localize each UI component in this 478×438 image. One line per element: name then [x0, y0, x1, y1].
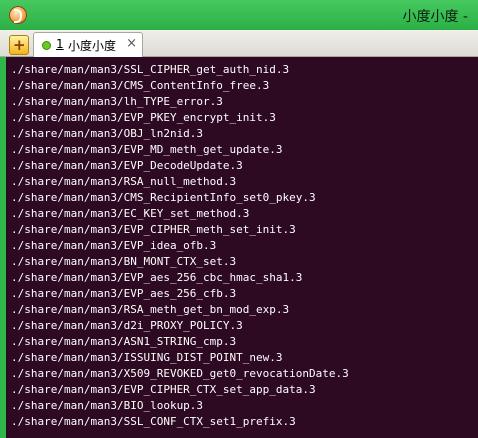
terminal-line: ./share/man/man3/ASN1_STRING_cmp.3 [11, 335, 237, 348]
terminal-line: ./share/man/man3/OBJ_ln2nid.3 [11, 127, 204, 140]
terminal-line: ./share/man/man3/CMS_RecipientInfo_set0_… [11, 191, 316, 204]
terminal-line: ./share/man/man3/BIO_lookup.3 [11, 399, 204, 412]
terminal-line: ./share/man/man3/d2i_PROXY_POLICY.3 [11, 319, 243, 332]
terminal-line: ./share/man/man3/lh_TYPE_error.3 [11, 95, 223, 108]
terminal-lines: ./share/man/man3/SSL_CIPHER_get_auth_nid… [6, 57, 478, 430]
terminal-line: ./share/man/man3/EVP_DecodeUpdate.3 [11, 159, 243, 172]
terminal-line: ./share/man/man3/EVP_aes_256_cbc_hmac_sh… [11, 271, 303, 284]
terminal-line: ./share/man/man3/RSA_meth_get_bn_mod_exp… [11, 303, 290, 316]
terminal-line: ./share/man/man3/SSL_CIPHER_get_auth_nid… [11, 63, 290, 76]
terminal-output[interactable]: ./share/man/man3/SSL_CIPHER_get_auth_nid… [6, 57, 478, 438]
close-icon[interactable]: × [126, 36, 137, 51]
tab-session-1[interactable]: 1 小度小度 × [33, 32, 143, 57]
terminal-line: ./share/man/man3/EVP_idea_ofb.3 [11, 239, 217, 252]
terminal-line: ./share/man/man3/X509_REVOKED_get0_revoc… [11, 367, 349, 380]
terminal-line: ./share/man/man3/EVP_aes_256_cfb.3 [11, 287, 237, 300]
title-bar: 小度小度 - [0, 0, 478, 30]
terminal-line: ./share/man/man3/SSL_CONF_CTX_set1_prefi… [11, 415, 296, 428]
terminal-line: ./share/man/man3/EC_KEY_set_method.3 [11, 207, 250, 220]
plus-icon: + [13, 36, 26, 54]
terminal-line: ./share/man/man3/RSA_null_method.3 [11, 175, 237, 188]
terminal-line: ./share/man/man3/EVP_MD_meth_get_update.… [11, 143, 283, 156]
terminal-line: ./share/man/man3/BN_MONT_CTX_set.3 [11, 255, 237, 268]
tab-number: 1 [56, 37, 64, 51]
terminal-line: ./share/man/man3/EVP_CIPHER_CTX_set_app_… [11, 383, 316, 396]
window-title: 小度小度 - [402, 9, 468, 25]
terminal-line: ./share/man/man3/CMS_ContentInfo_free.3 [11, 79, 270, 92]
new-tab-button[interactable]: + [9, 35, 29, 55]
terminal-line: ./share/man/man3/ISSUING_DIST_POINT_new.… [11, 351, 283, 364]
terminal-line: ./share/man/man3/EVP_PKEY_encrypt_init.3 [11, 111, 276, 124]
terminal-line: ./share/man/man3/EVP_CIPHER_meth_set_ini… [11, 223, 296, 236]
session-status-icon [42, 41, 51, 50]
app-icon[interactable] [9, 6, 27, 24]
tab-label: 小度小度 [68, 39, 117, 53]
